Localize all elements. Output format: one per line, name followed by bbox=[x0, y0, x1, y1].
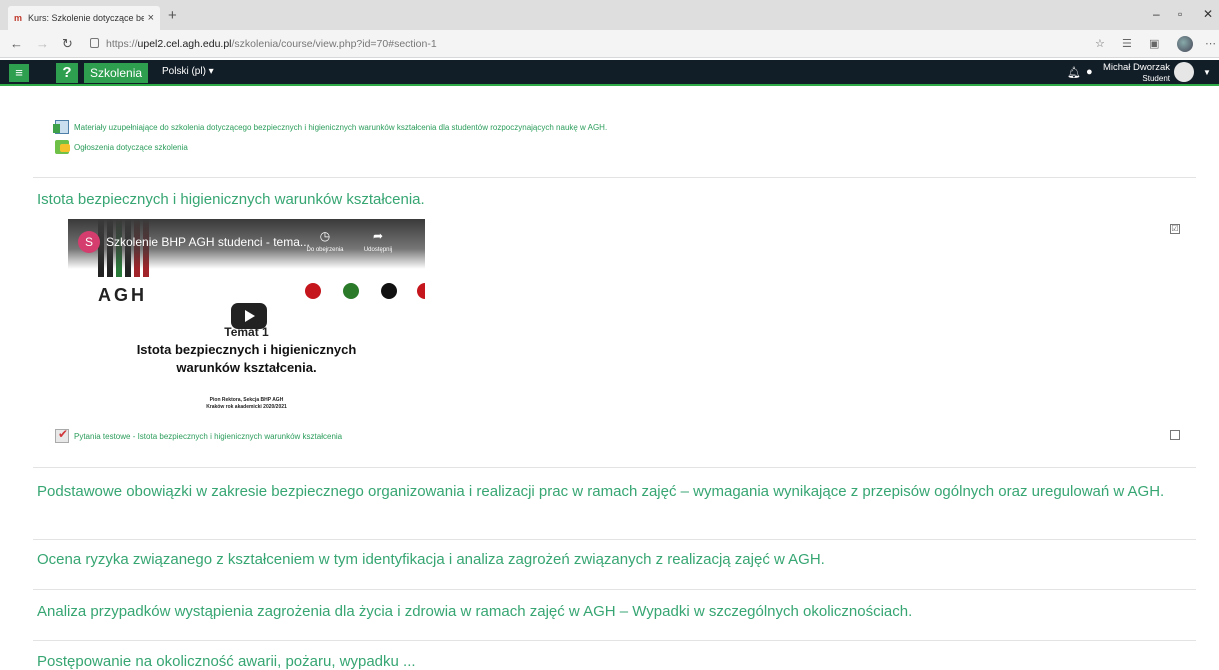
quiz-icon bbox=[55, 427, 69, 443]
favorite-star-icon[interactable]: ☆ bbox=[1095, 37, 1105, 50]
messages-icon[interactable]: ● bbox=[1086, 66, 1093, 78]
video-title[interactable]: Szkolenie BHP AGH studenci - tema... bbox=[106, 235, 310, 249]
more-options-icon[interactable]: ⋯ bbox=[1205, 37, 1216, 50]
section-divider bbox=[33, 539, 1196, 540]
section-divider bbox=[33, 177, 1196, 178]
back-icon[interactable]: ← bbox=[10, 36, 23, 51]
refresh-icon[interactable]: ↻ bbox=[62, 36, 73, 52]
video-footer-line: Pion Rektora, Sekcja BHP AGH bbox=[209, 397, 284, 403]
user-name: Michał Dworzak bbox=[1102, 62, 1170, 73]
activity-label: Ogłoszenia dotyczące szkolenia bbox=[74, 142, 188, 152]
red-dot bbox=[305, 283, 321, 299]
chevron-down-icon[interactable]: ▼ bbox=[1203, 68, 1211, 77]
forward-icon[interactable]: → bbox=[36, 36, 49, 51]
section-title[interactable]: Ocena ryzyka związanego z kształceniem w… bbox=[37, 550, 825, 570]
new-tab-icon[interactable]: + bbox=[168, 7, 177, 24]
help-button[interactable]: ? bbox=[56, 63, 78, 83]
activity-materials-link[interactable]: Materiały uzupełniające do szkolenia dot… bbox=[53, 120, 608, 134]
green-dot bbox=[343, 283, 359, 299]
url-input[interactable]: https://upel2.cel.agh.edu.pl/szkolenia/c… bbox=[106, 35, 1066, 53]
watch-later-button[interactable]: ◷ Do obejrzenia bbox=[300, 229, 350, 253]
tab-title: Kurs: Szkolenie dotyczące bezpi bbox=[28, 13, 144, 23]
browser-tab[interactable]: m Kurs: Szkolenie dotyczące bezpi × bbox=[8, 6, 160, 30]
browser-profile-icon[interactable] bbox=[1177, 36, 1193, 52]
file-icon bbox=[53, 120, 69, 134]
channel-avatar[interactable]: S bbox=[78, 231, 100, 253]
favorites-list-icon[interactable]: ☰ bbox=[1122, 37, 1132, 50]
video-footer: Pion Rektora, Sekcja BHP AGH Kraków rok … bbox=[68, 397, 425, 411]
share-button[interactable]: ➦ Udostępnij bbox=[358, 229, 398, 253]
close-tab-icon[interactable]: × bbox=[148, 12, 154, 24]
section-title[interactable]: Podstawowe obowiązki w zakresie bezpiecz… bbox=[33, 482, 1193, 502]
hamburger-icon[interactable]: ≡ bbox=[9, 64, 29, 82]
section-divider bbox=[33, 467, 1196, 468]
url-host: upel2.cel.agh.edu.pl bbox=[137, 38, 232, 50]
section-title[interactable]: Postępowanie na okoliczność awarii, poża… bbox=[37, 652, 416, 670]
activity-label: Pytania testowe - Istota bezpiecznych i … bbox=[74, 431, 343, 441]
video-heading-line: warunków kształcenia. bbox=[176, 360, 317, 375]
user-role: Student bbox=[1142, 74, 1170, 83]
site-navbar: ≡ ? Szkolenia Polski (pl) ▾ 🔔︎ ● Michał … bbox=[0, 60, 1219, 86]
section-divider bbox=[33, 589, 1196, 590]
url-path: /szkolenia/course/view.php?id=70#section… bbox=[231, 38, 437, 50]
restore-icon[interactable]: ▫ bbox=[1178, 7, 1182, 21]
collections-icon[interactable]: ▣ bbox=[1149, 37, 1159, 50]
share-icon: ➦ bbox=[372, 229, 384, 243]
watch-later-label: Do obejrzenia bbox=[306, 247, 344, 253]
browser-tab-bar: m Kurs: Szkolenie dotyczące bezpi × + – … bbox=[0, 0, 1219, 30]
completion-checkbox[interactable] bbox=[1170, 430, 1180, 440]
video-heading-line: Istota bezpiecznych i higienicznych bbox=[136, 342, 357, 357]
black-dot bbox=[381, 283, 397, 299]
url-prefix: https:// bbox=[106, 38, 138, 50]
section-title[interactable]: Istota bezpiecznych i higienicznych waru… bbox=[37, 190, 425, 210]
completion-checkbox[interactable]: ☑ bbox=[1170, 224, 1180, 234]
activity-quiz-link[interactable]: Pytania testowe - Istota bezpiecznych i … bbox=[55, 427, 343, 443]
language-menu[interactable]: Polski (pl) ▾ bbox=[162, 66, 214, 77]
lock-icon bbox=[90, 38, 99, 48]
video-heading: Istota bezpiecznych i higienicznych waru… bbox=[68, 341, 425, 377]
activity-announcements-link[interactable]: Ogłoszenia dotyczące szkolenia bbox=[55, 140, 188, 154]
notifications-bell-icon[interactable]: 🔔︎ bbox=[1067, 66, 1081, 79]
section-title[interactable]: Analiza przypadków wystąpienia zagrożeni… bbox=[37, 602, 912, 622]
avatar[interactable] bbox=[1174, 62, 1194, 82]
red-dot bbox=[417, 283, 425, 299]
clock-icon: ◷ bbox=[319, 229, 331, 243]
address-bar: ← → ↻ https://upel2.cel.agh.edu.pl/szkol… bbox=[0, 30, 1219, 58]
minimize-icon[interactable]: – bbox=[1153, 7, 1160, 21]
agh-logo-text: AGH bbox=[98, 285, 147, 305]
close-window-icon[interactable]: ✕ bbox=[1203, 7, 1213, 21]
moodle-favicon-icon: m bbox=[14, 13, 23, 23]
user-menu[interactable]: Michał Dworzak Student bbox=[1100, 62, 1170, 84]
forum-icon bbox=[55, 140, 70, 154]
site-brand-link[interactable]: Szkolenia bbox=[84, 63, 149, 83]
activity-label: Materiały uzupełniające do szkolenia dot… bbox=[74, 122, 608, 132]
section-divider bbox=[33, 640, 1196, 641]
play-button-icon[interactable] bbox=[231, 303, 267, 329]
video-footer-line: Kraków rok akademicki 2020/2021 bbox=[206, 404, 287, 410]
share-label: Udostępnij bbox=[363, 247, 393, 253]
embedded-video[interactable]: S Szkolenie BHP AGH studenci - tema... ◷… bbox=[68, 219, 425, 417]
